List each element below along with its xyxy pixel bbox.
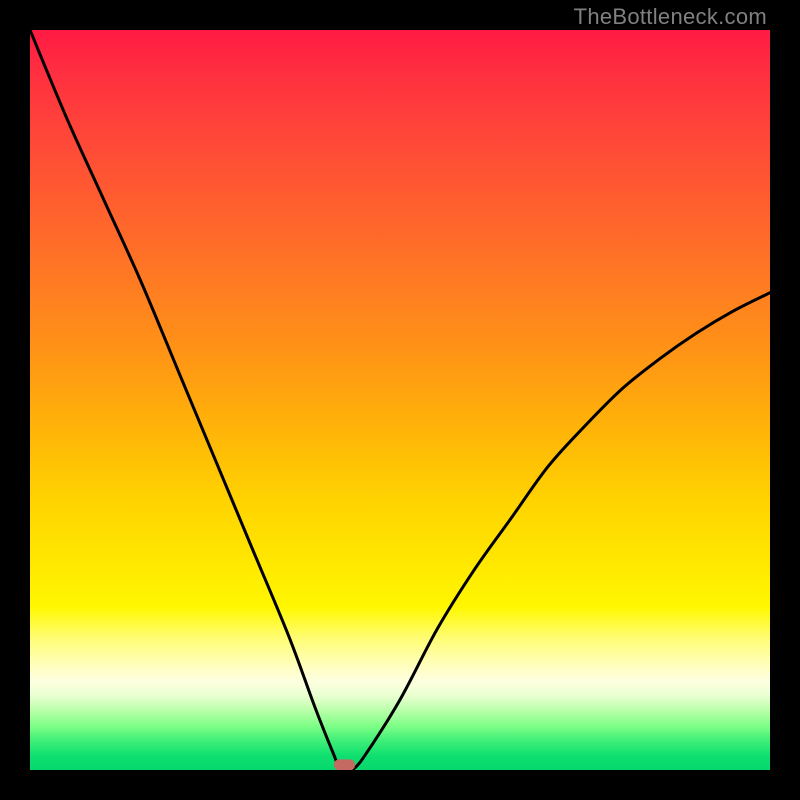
minimum-marker [334,759,355,770]
chart-svg [30,30,770,770]
watermark-text: TheBottleneck.com [574,4,767,30]
plot-area [30,30,770,770]
curve-left-segment [30,30,352,770]
curve-right-segment [352,293,770,770]
chart-frame: TheBottleneck.com [0,0,800,800]
